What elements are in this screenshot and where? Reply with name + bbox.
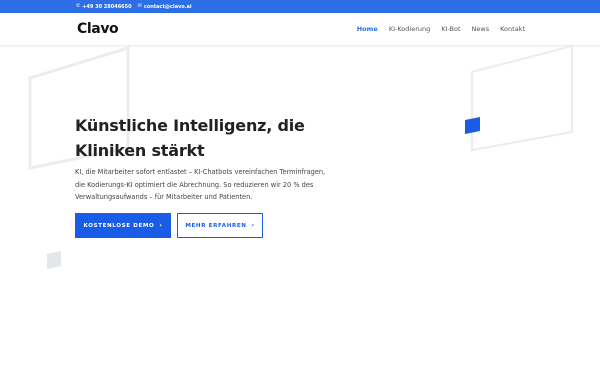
deco-blue-square: [465, 117, 480, 134]
learn-more-button-label: MEHR ERFAHREN: [185, 222, 247, 229]
chevron-right-icon: ›: [159, 222, 163, 229]
demo-button-label: KOSTENLOSE DEMO: [83, 222, 155, 229]
learn-more-button[interactable]: MEHR ERFAHREN ›: [177, 213, 263, 238]
hero-title-line2: Kliniken stärkt: [75, 141, 205, 160]
demo-button[interactable]: KOSTENLOSE DEMO ›: [75, 213, 171, 238]
deco-grey-square: [47, 251, 61, 269]
chevron-right-icon: ›: [251, 222, 255, 229]
hero-description: KI, die Mitarbeiter sofort entlastet – K…: [75, 168, 326, 201]
hero-title: Künstliche Intelligenz, die Kliniken stä…: [75, 113, 335, 163]
deco-outline-right: [471, 44, 573, 152]
hero-title-line1: Künstliche Intelligenz, die: [75, 116, 305, 135]
